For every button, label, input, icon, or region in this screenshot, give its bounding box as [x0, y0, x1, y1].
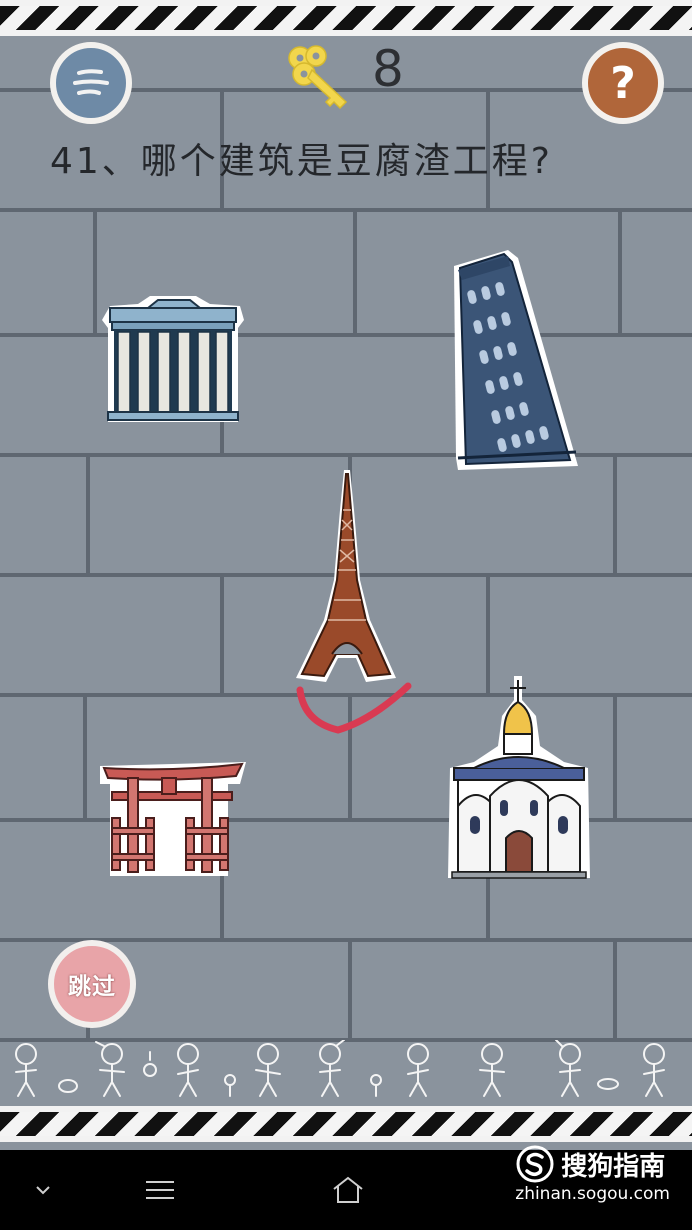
menu-button[interactable]	[50, 42, 132, 124]
orthodox-church-option[interactable]	[444, 676, 594, 884]
help-button[interactable]: ?	[582, 42, 664, 124]
watermark-title: 搜狗指南	[561, 1151, 666, 1182]
parthenon-option[interactable]	[98, 294, 248, 430]
question-text: 41、哪个建筑是豆腐渣工程?	[50, 141, 553, 182]
question-mark-icon: ?	[610, 57, 636, 109]
eiffel-tower-option[interactable]	[294, 470, 398, 684]
menu-lines-icon	[146, 1181, 174, 1199]
key-count: 8	[372, 40, 404, 98]
recent-apps-button[interactable]	[138, 1170, 182, 1210]
hide-keyboard-button[interactable]	[28, 1170, 58, 1210]
top-hazard-stripe	[0, 0, 692, 36]
game-screen: 8 ? 41、哪个建筑是豆腐渣工程? 跳过	[0, 0, 692, 1150]
skip-label: 跳过	[68, 974, 116, 1000]
check-mark-icon	[296, 682, 412, 734]
home-icon	[333, 1176, 363, 1203]
key-icon	[288, 45, 348, 110]
home-button[interactable]	[326, 1170, 370, 1210]
bottom-hazard-stripe	[0, 1106, 692, 1142]
torii-gate-option[interactable]	[98, 758, 248, 882]
menu-icon	[73, 69, 109, 95]
sogou-watermark: 搜狗指南 zhinan.sogou.com	[515, 1144, 670, 1204]
chevron-down-icon	[36, 1186, 50, 1195]
sogou-logo-icon	[516, 1145, 554, 1183]
skip-button[interactable]: 跳过	[48, 940, 136, 1028]
leaning-tower-option[interactable]	[448, 248, 588, 478]
stick-figures-decoration	[15, 1040, 665, 1097]
watermark-url: zhinan.sogou.com	[515, 1184, 670, 1204]
